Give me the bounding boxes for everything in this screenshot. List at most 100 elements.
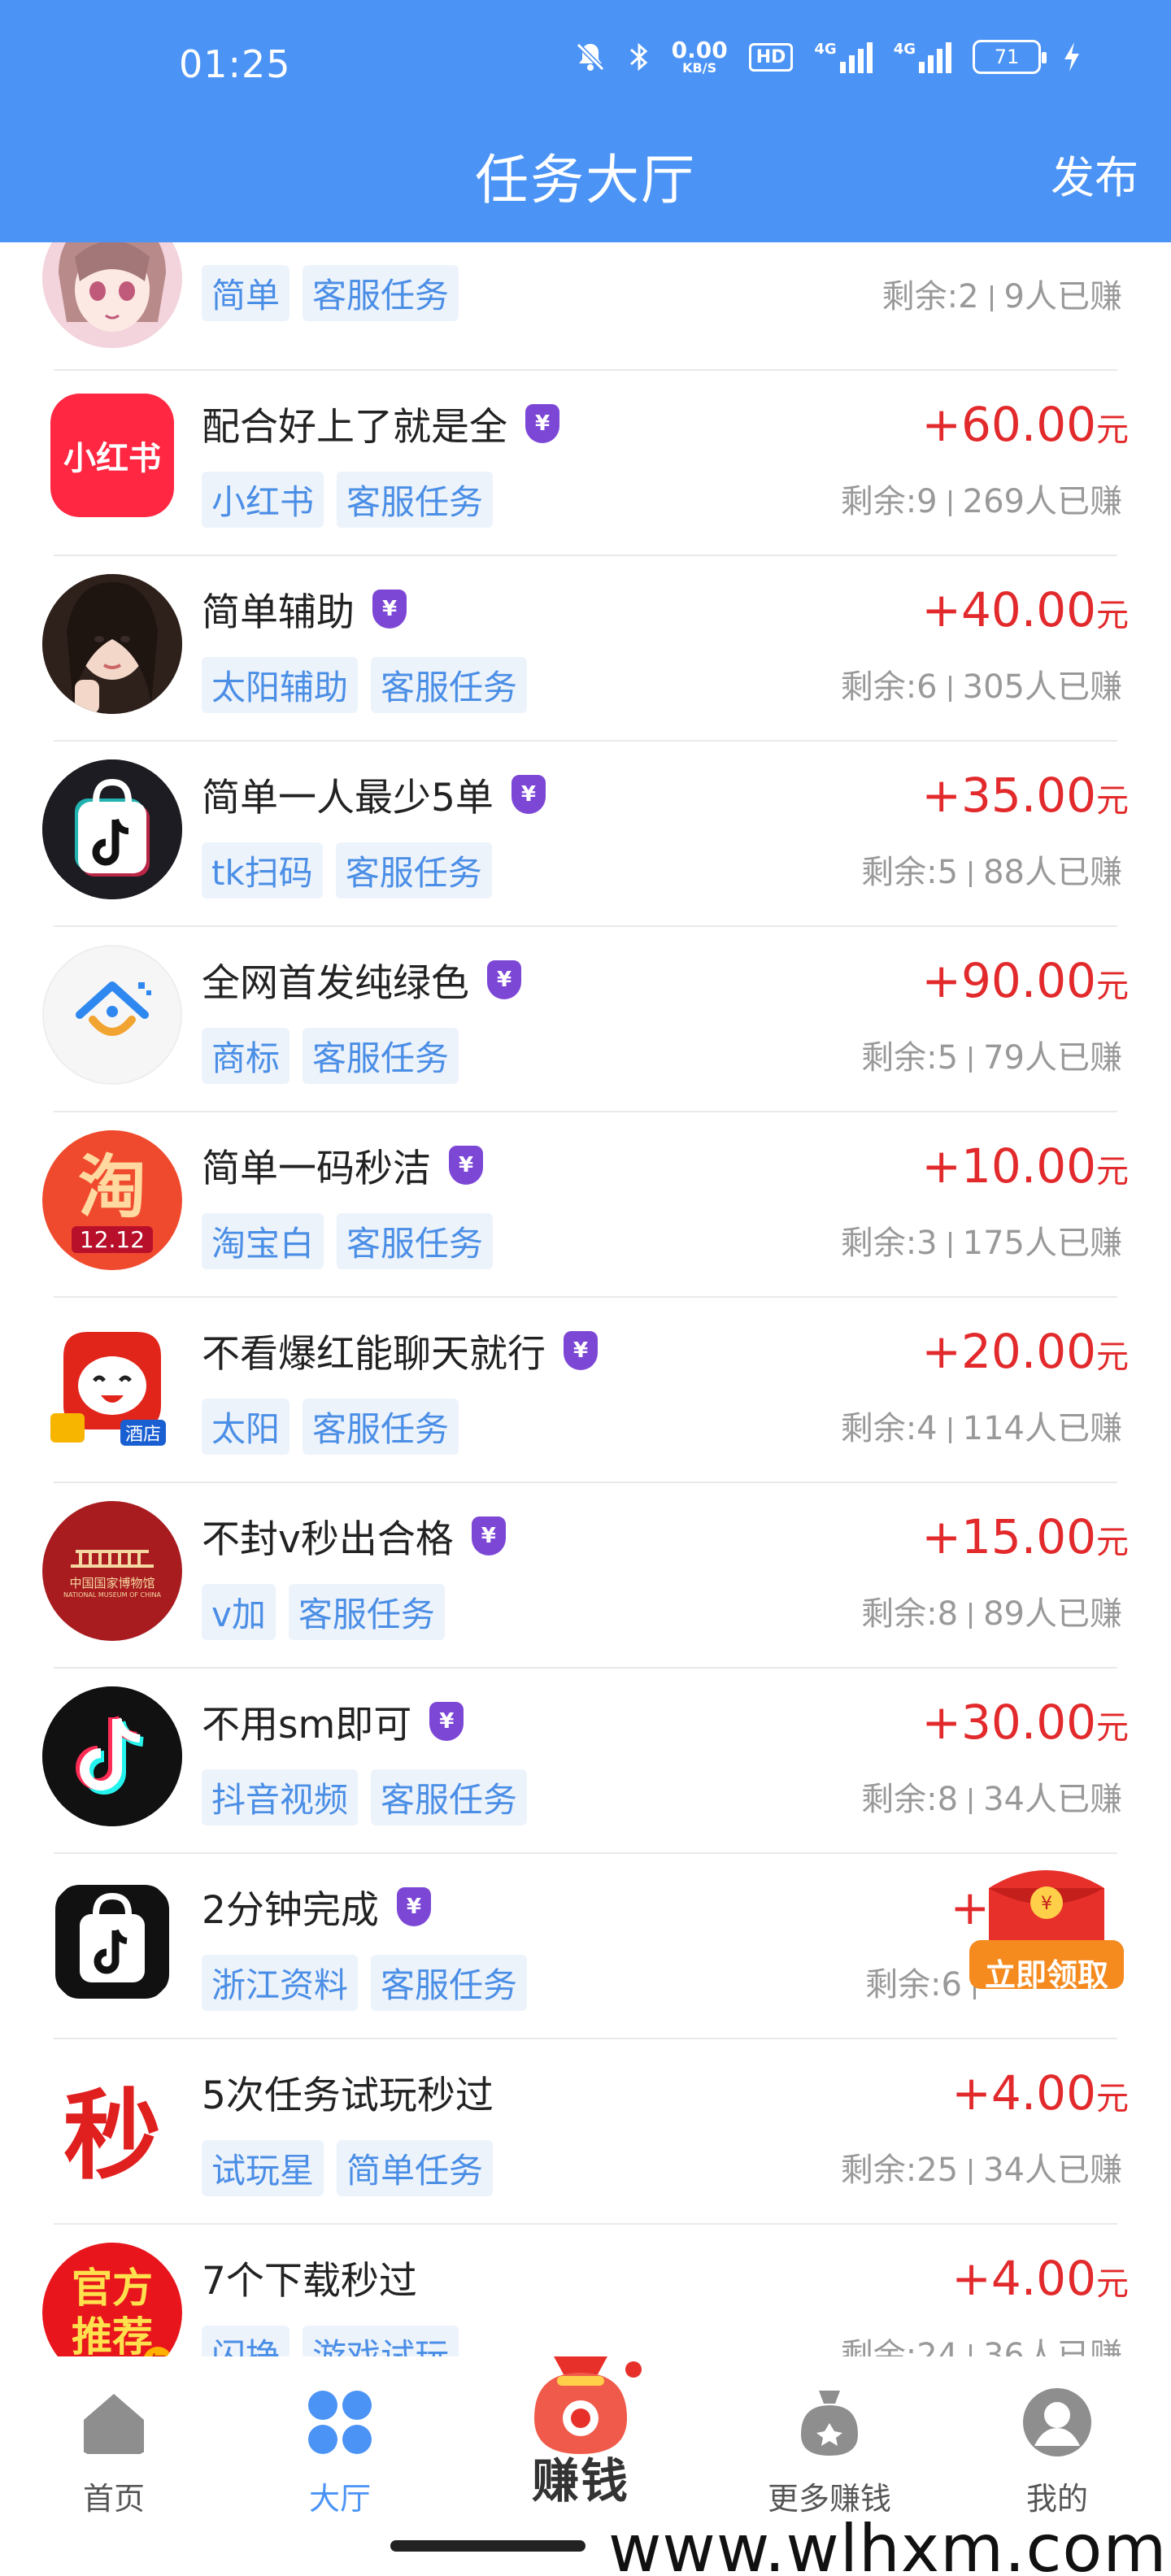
task-card[interactable]: 不用sm即可 ¥ 抖音视频 客服任务 +30.00元 剩余:8 34人已赚	[29, 1669, 1142, 1854]
task-title-text: 不封v秒出合格	[202, 1517, 454, 1562]
task-stats: 剩余:9 269人已赚	[841, 475, 1122, 522]
nav-home[interactable]: 首页	[33, 2386, 195, 2518]
nav-earn[interactable]: 赚钱	[499, 2345, 662, 2511]
official-recommend-avatar: 官方推荐 年	[42, 2243, 182, 2356]
task-card[interactable]: 全网首发纯绿色 ¥ 商标 客服任务 +90.00元 剩余:5 79人已赚	[29, 927, 1142, 1112]
task-reward: +40.00元	[921, 582, 1129, 637]
battery-icon: 71	[973, 40, 1047, 74]
hd-voice-icon: HD	[748, 42, 794, 72]
task-title-text: 不用sm即可	[202, 1703, 412, 1747]
task-tag: v加	[202, 1584, 276, 1640]
task-card[interactable]: 淘 12.12 简单一码秒洁 ¥ 淘宝白 客服任务 +10.00元 剩余:3 17…	[29, 1112, 1142, 1298]
home-icon	[84, 2394, 144, 2454]
task-card[interactable]: 中国国家博物馆 NATIONAL MUSEUM OF CHINA 不封v秒出合格…	[29, 1483, 1142, 1669]
task-tag: 客服任务	[371, 657, 528, 713]
signal-2-label: 4G	[893, 41, 916, 58]
publish-button[interactable]: 发布	[1051, 141, 1138, 206]
task-tag: 闪挣	[202, 2326, 290, 2356]
task-tag: 商标	[202, 1028, 290, 1084]
claim-red-packet-button[interactable]: ¥ 立即领取	[964, 1856, 1129, 2007]
task-remaining: 剩余:24	[840, 2337, 959, 2356]
task-reward: +10.00元	[921, 1138, 1129, 1194]
avatar-text: 小红书	[63, 440, 161, 477]
home-indicator[interactable]	[390, 2540, 586, 2552]
task-earned: 36人已赚	[983, 2337, 1122, 2356]
task-card[interactable]: 秒 5次任务试玩秒过 试玩星 简单任务 +4.00元 剩余:25 34人已赚	[29, 2039, 1142, 2225]
task-card[interactable]: 酒店 不看爆红能聊天就行 ¥ 太阳 客服任务 +20.00元 剩余:4 114人已…	[29, 1298, 1142, 1483]
task-earned: 114人已赚	[962, 1410, 1122, 1447]
task-tag: tk扫码	[202, 842, 323, 899]
task-tag: 客服任务	[337, 1213, 494, 1269]
task-stats: 剩余:2 9人已赚	[882, 270, 1122, 317]
task-reward: +35.00元	[921, 768, 1129, 823]
net-speed-value: 0.00	[671, 37, 728, 63]
task-earned: 89人已赚	[983, 1595, 1122, 1633]
net-speed: 0.00 KB/S	[672, 39, 728, 75]
nav-mine[interactable]: 我的	[976, 2386, 1138, 2518]
task-title-text: 简单一人最少5单	[202, 776, 494, 820]
reward-amount: +10.00	[921, 1138, 1096, 1194]
task-earned: 88人已赚	[983, 854, 1122, 891]
reward-unit: 元	[1096, 1524, 1129, 1561]
home-logo-avatar	[42, 945, 182, 1085]
task-tag: 试玩星	[202, 2140, 324, 2196]
task-stats: 剩余:6 305人已赚	[841, 660, 1122, 707]
verified-badge-icon: ¥	[525, 403, 559, 443]
task-tag: 浙江资料	[202, 1955, 359, 2011]
task-tags: 简单 客服任务	[202, 265, 459, 321]
task-tags: 太阳辅助 客服任务	[202, 657, 528, 713]
task-tag: 客服任务	[371, 1955, 528, 2011]
task-tags: 商标 客服任务	[202, 1028, 459, 1084]
reward-amount: +4.00	[951, 2065, 1096, 2121]
task-tags: 小红书 客服任务	[202, 472, 494, 528]
signal-2-icon: 4G	[894, 41, 951, 73]
reward-amount: +4.00	[951, 2251, 1096, 2306]
nav-home-label: 首页	[82, 2481, 145, 2517]
reward-amount: +40.00	[921, 582, 1096, 637]
task-reward: +4.00元	[951, 2065, 1129, 2121]
avatar-subtext: 12.12	[71, 1225, 154, 1253]
task-tags: 闪挣 游戏试玩	[202, 2326, 459, 2356]
task-remaining: 剩余:5	[861, 1039, 959, 1077]
money-sack-icon	[801, 2391, 858, 2456]
task-earned: 79人已赚	[983, 1039, 1122, 1077]
photo-avatar	[42, 574, 182, 714]
task-earned: 9人已赚	[1003, 278, 1122, 315]
task-card[interactable]: 简单辅助 ¥ 太阳辅助 客服任务 +40.00元 剩余:6 305人已赚	[29, 556, 1142, 742]
avatar-text: 秒	[63, 2078, 161, 2193]
task-stats: 剩余:4 114人已赚	[841, 1402, 1122, 1449]
verified-badge-icon: ¥	[487, 959, 521, 999]
nav-hall[interactable]: 大厅	[259, 2386, 421, 2518]
task-title-text: 7个下载秒过	[202, 2259, 417, 2304]
nav-more-earn[interactable]: 更多赚钱	[748, 2386, 911, 2518]
task-card[interactable]: 简单一人最少5单 ¥ tk扫码 客服任务 +35.00元 剩余:5 88人已赚	[29, 742, 1142, 927]
verified-badge-icon: ¥	[471, 1516, 506, 1556]
task-reward: +60.00元	[921, 397, 1129, 452]
task-tag: 太阳辅助	[202, 657, 359, 713]
xiaohongshu-avatar: 小红书	[50, 394, 174, 517]
reward-unit: 元	[1096, 782, 1129, 820]
task-remaining: 剩余:8	[861, 1595, 959, 1633]
reward-unit: 元	[1096, 1153, 1129, 1190]
task-stats: 剩余:8 34人已赚	[861, 1773, 1122, 1820]
task-card[interactable]: 官方推荐 年 7个下载秒过 闪挣 游戏试玩 +4.00元 剩余:24 36人已赚	[29, 2225, 1142, 2356]
task-card[interactable]: 小红书 配合好上了就是全 ¥ 小红书 客服任务 +60.00元 剩余:9 269人…	[29, 371, 1142, 556]
task-title: 配合好上了就是全 ¥	[202, 395, 559, 451]
task-reward: +20.00元	[921, 1324, 1129, 1379]
watermark: www.wlhxm.com	[608, 2511, 1168, 2576]
task-remaining: 剩余:6	[865, 1966, 962, 2004]
task-remaining: 剩余:5	[861, 854, 959, 891]
task-tag: 客服任务	[288, 1584, 445, 1640]
verified-badge-icon: ¥	[449, 1145, 483, 1185]
task-earned: 175人已赚	[962, 1225, 1122, 1262]
reward-unit: 元	[1096, 597, 1129, 634]
task-remaining: 剩余:4	[840, 1410, 938, 1447]
avatar-text: 中国国家博物馆	[69, 1576, 155, 1590]
task-tag: 小红书	[202, 472, 324, 528]
grid-icon	[308, 2391, 372, 2454]
task-card[interactable]: 简单 客服任务 剩余:2 9人已赚	[29, 242, 1142, 371]
reward-unit: 元	[1096, 1709, 1129, 1747]
task-title-text: 全网首发纯绿色	[202, 961, 469, 1006]
task-reward: +90.00元	[921, 953, 1129, 1008]
task-tag: 简单	[202, 265, 290, 321]
